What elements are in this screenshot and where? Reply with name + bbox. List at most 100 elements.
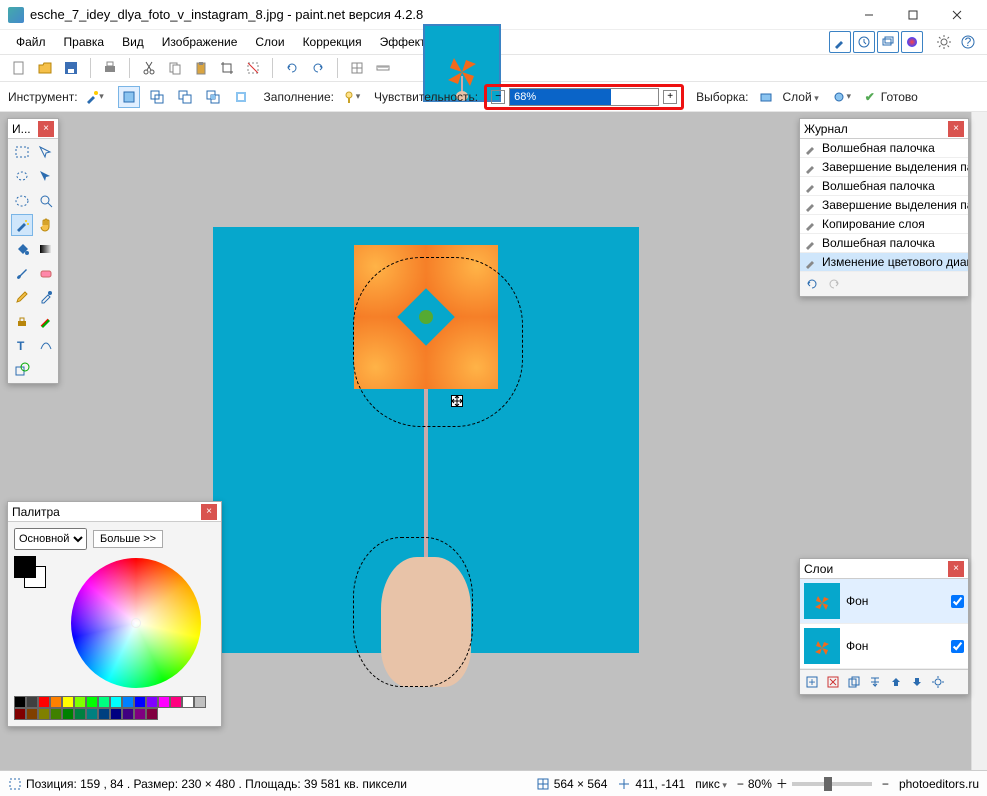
palette-swatch[interactable]: [194, 696, 206, 708]
selection-shape-icon[interactable]: [831, 86, 853, 108]
palette-swatch[interactable]: [146, 708, 158, 720]
tool-paintbrush[interactable]: [11, 262, 33, 284]
palette-swatch[interactable]: [38, 696, 50, 708]
palette-swatch[interactable]: [134, 696, 146, 708]
ruler-icon[interactable]: [372, 57, 394, 79]
cut-icon[interactable]: [138, 57, 160, 79]
palette-swatch[interactable]: [14, 696, 26, 708]
palette-swatch[interactable]: [98, 696, 110, 708]
new-icon[interactable]: [8, 57, 30, 79]
history-panel-close-icon[interactable]: ×: [948, 121, 964, 137]
palette-swatch[interactable]: [110, 696, 122, 708]
history-redo-icon[interactable]: [826, 276, 842, 292]
tool-pan[interactable]: [35, 214, 57, 236]
menu-edit[interactable]: Правка: [56, 33, 113, 51]
tools-window-icon[interactable]: [829, 31, 851, 53]
tool-eraser[interactable]: [35, 262, 57, 284]
layer-visibility-checkbox[interactable]: [951, 595, 964, 608]
tool-recolor[interactable]: [35, 310, 57, 332]
tool-ellipse-select[interactable]: [11, 190, 33, 212]
palette-swatch[interactable]: [182, 696, 194, 708]
palette-swatch[interactable]: [50, 696, 62, 708]
palette-swatch[interactable]: [170, 696, 182, 708]
tool-clone-stamp[interactable]: [11, 310, 33, 332]
tool-move-pixels[interactable]: [35, 166, 57, 188]
palette-swatch[interactable]: [50, 708, 62, 720]
palette-swatch[interactable]: [122, 708, 134, 720]
history-item[interactable]: Завершение выделения палочкой: [800, 196, 968, 215]
finish-label[interactable]: Готово: [881, 90, 918, 104]
palette-swatch[interactable]: [110, 708, 122, 720]
tool-color-picker[interactable]: [35, 286, 57, 308]
palette-panel-close-icon[interactable]: ×: [201, 504, 217, 520]
primary-color-swatch[interactable]: [14, 556, 36, 578]
palette-swatch[interactable]: [62, 708, 74, 720]
palette-swatch[interactable]: [74, 696, 86, 708]
help-icon[interactable]: ?: [957, 31, 979, 53]
palette-swatch[interactable]: [98, 708, 110, 720]
undo-icon[interactable]: [281, 57, 303, 79]
palette-swatch[interactable]: [26, 708, 38, 720]
copy-icon[interactable]: [164, 57, 186, 79]
sampling-layer-icon[interactable]: [755, 86, 777, 108]
redo-icon[interactable]: [307, 57, 329, 79]
history-list[interactable]: Волшебная палочкаЗавершение выделения па…: [800, 139, 968, 272]
colors-window-icon[interactable]: [901, 31, 923, 53]
history-undo-icon[interactable]: [804, 276, 820, 292]
palette-swatch[interactable]: [26, 696, 38, 708]
save-icon[interactable]: [60, 57, 82, 79]
palette-swatch[interactable]: [86, 708, 98, 720]
menu-layers[interactable]: Слои: [247, 33, 292, 51]
tool-paint-bucket[interactable]: [11, 238, 33, 260]
menu-view[interactable]: Вид: [114, 33, 152, 51]
flood-mode-icon[interactable]: [340, 86, 362, 108]
layers-window-icon[interactable]: [877, 31, 899, 53]
tool-shapes[interactable]: [11, 358, 33, 380]
layer-item[interactable]: Фон: [800, 579, 968, 624]
selection-subtract-icon[interactable]: [174, 86, 196, 108]
tool-magic-wand[interactable]: [11, 214, 33, 236]
history-item[interactable]: Копирование слоя: [800, 215, 968, 234]
layer-properties-icon[interactable]: [929, 673, 947, 691]
selection-replace-icon[interactable]: [118, 86, 140, 108]
history-item[interactable]: Волшебная палочка: [800, 177, 968, 196]
layer-duplicate-icon[interactable]: [845, 673, 863, 691]
paste-icon[interactable]: [190, 57, 212, 79]
tools-panel-close-icon[interactable]: ×: [38, 121, 54, 137]
palette-swatch[interactable]: [38, 708, 50, 720]
layer-down-icon[interactable]: [908, 673, 926, 691]
layer-up-icon[interactable]: [887, 673, 905, 691]
history-item[interactable]: Завершение выделения палочкой: [800, 158, 968, 177]
palette-swatch[interactable]: [86, 696, 98, 708]
history-item[interactable]: Волшебная палочка: [800, 139, 968, 158]
maximize-button[interactable]: [891, 1, 935, 29]
zoom-out-icon[interactable]: −: [737, 777, 744, 791]
zoom-slider[interactable]: [792, 782, 872, 786]
palette-swatch[interactable]: [74, 708, 86, 720]
layer-item[interactable]: Фон: [800, 624, 968, 669]
menu-file[interactable]: Файл: [8, 33, 54, 51]
selection-intersect-icon[interactable]: [202, 86, 224, 108]
tool-text[interactable]: T: [11, 334, 33, 356]
layer-delete-icon[interactable]: [824, 673, 842, 691]
tool-picker[interactable]: [84, 86, 106, 108]
history-item[interactable]: Изменение цветового диапазона: [800, 253, 968, 272]
palette-swatch[interactable]: [146, 696, 158, 708]
vertical-scrollbar[interactable]: [971, 112, 987, 770]
zoom-in-icon[interactable]: ＋: [776, 775, 788, 792]
grid-icon[interactable]: [346, 57, 368, 79]
layers-list[interactable]: ФонФон: [800, 579, 968, 669]
tool-move-selection[interactable]: [35, 142, 57, 164]
palette-more-button[interactable]: Больше >>: [93, 530, 163, 548]
selection-add-icon[interactable]: [146, 86, 168, 108]
palette-swatch[interactable]: [122, 696, 134, 708]
tool-lasso-select[interactable]: [11, 166, 33, 188]
layers-panel-close-icon[interactable]: ×: [948, 561, 964, 577]
tolerance-slider[interactable]: 68%: [509, 88, 659, 106]
units-dropdown[interactable]: пикс: [695, 777, 727, 791]
tool-rectangle-select[interactable]: [11, 142, 33, 164]
print-icon[interactable]: [99, 57, 121, 79]
tool-pencil[interactable]: [11, 286, 33, 308]
crop-icon[interactable]: [216, 57, 238, 79]
palette-mode-select[interactable]: Основной: [14, 528, 87, 550]
